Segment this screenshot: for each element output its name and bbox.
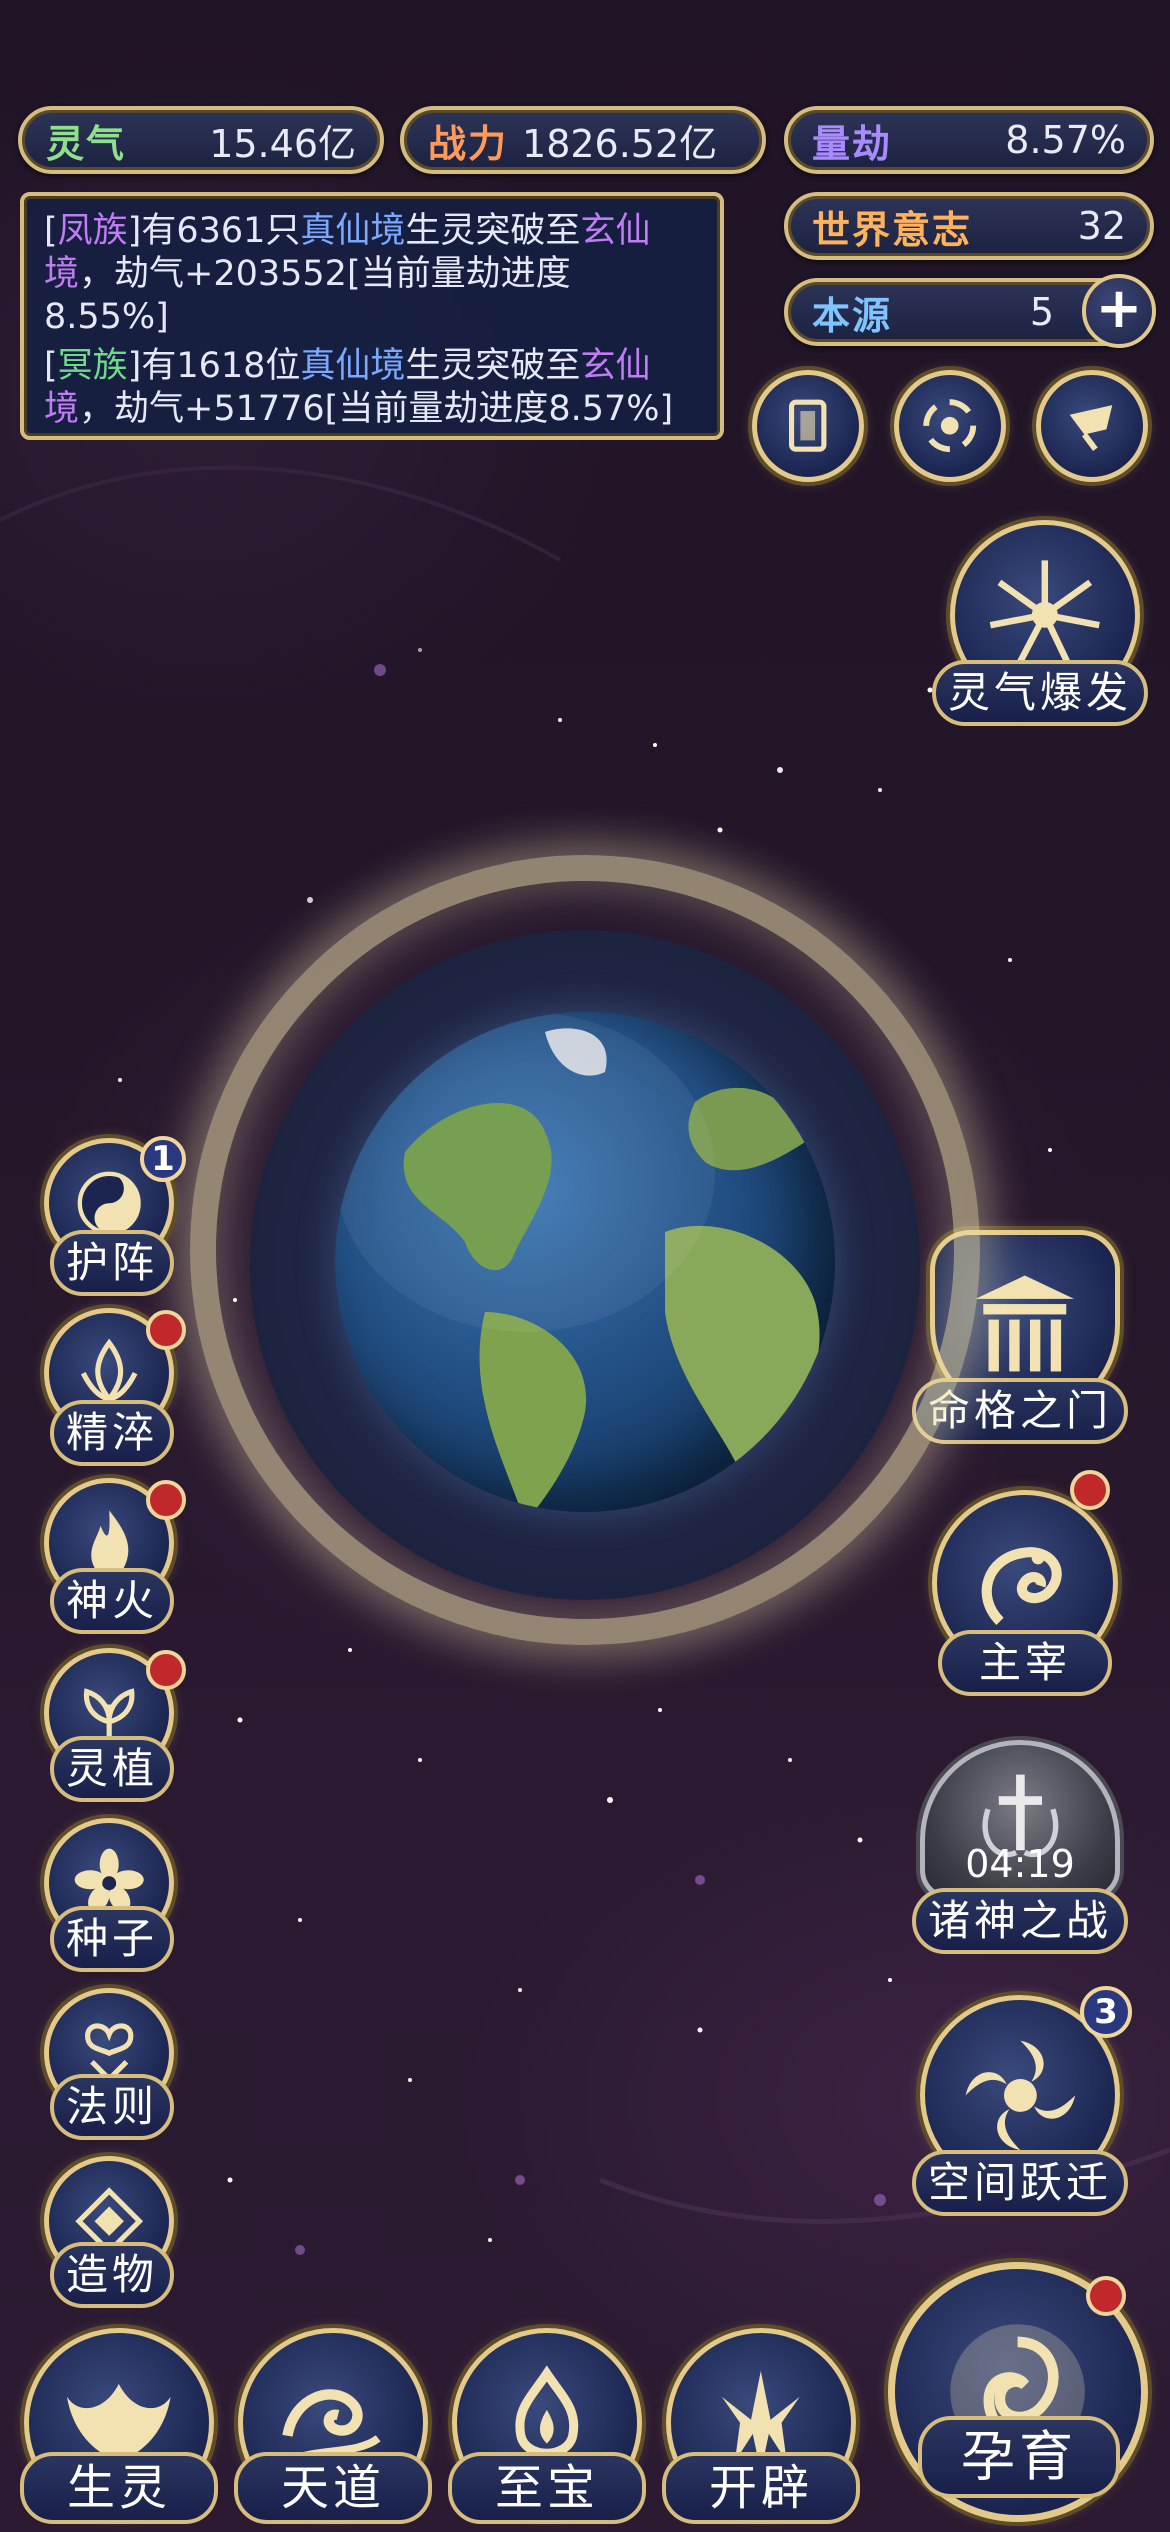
liangjie-label: 量劫 — [812, 121, 893, 166]
liangjie-value: 8.57% — [1005, 118, 1126, 162]
shijie-label: 世界意志 — [812, 207, 973, 252]
open-up-label: 开辟 — [662, 2452, 860, 2524]
creation-label: 造物 — [50, 2242, 174, 2308]
nurture-label: 孕育 — [918, 2416, 1120, 2498]
dragon-icon — [981, 1546, 1062, 1625]
race-name: 冥族 — [57, 346, 128, 386]
horn-icon — [1069, 405, 1113, 452]
seed-label: 种子 — [50, 1906, 174, 1972]
spirit-plant-notification-dot — [146, 1650, 186, 1690]
zhanli-stat[interactable]: 战力 1826.52亿 — [400, 106, 766, 174]
space-jump-badge: 3 — [1080, 1986, 1132, 2038]
spirit-plant-label: 灵植 — [50, 1736, 174, 1802]
realm-name: 玄仙 — [580, 346, 651, 386]
gate-icon — [975, 1275, 1075, 1372]
swirl-button[interactable] — [894, 370, 1006, 482]
ruler-label: 主宰 — [938, 1630, 1112, 1696]
gods-war-label: 诸神之战 — [912, 1888, 1128, 1954]
refine-label: 精淬 — [50, 1400, 174, 1466]
liangjie-stat[interactable]: 量劫 8.57% — [784, 106, 1154, 174]
divine-fire-label: 神火 — [50, 1568, 174, 1634]
vortex-icon — [965, 2040, 1075, 2150]
lingqi-stat[interactable]: 灵气 15.46亿 — [18, 106, 384, 174]
treasure-label: 至宝 — [448, 2452, 646, 2524]
benyuan-stat[interactable]: 本源 5 + — [784, 274, 1156, 348]
card-button[interactable] — [752, 370, 864, 482]
beings-label: 生灵 — [20, 2452, 218, 2524]
earth-planet[interactable] — [335, 1012, 835, 1512]
guard-array-label: 护阵 — [50, 1230, 174, 1296]
refine-notification-dot — [146, 1310, 186, 1350]
divine-fire-notification-dot — [146, 1480, 186, 1520]
lingqi-label: 灵气 — [46, 121, 127, 166]
burst-label: 灵气爆发 — [932, 660, 1148, 726]
ruler-notification-dot — [1070, 1470, 1110, 1510]
event-log: [凤族]有6361只真仙境生灵突破至玄仙 境，劫气+203552[当前量劫进度 8.… — [20, 192, 724, 440]
swirl-icon — [923, 399, 977, 453]
space-jump-label: 空间跃迁 — [912, 2150, 1128, 2216]
realm-name: 玄仙 — [580, 211, 651, 251]
zhanli-label: 战力 — [428, 121, 509, 166]
event-log-entry: [冥族]有1618位真仙境生灵突破至玄仙 境，劫气+51776[当前量劫进度8.5… — [44, 346, 674, 429]
nurture-notification-dot — [1086, 2276, 1126, 2316]
horn-button[interactable] — [1036, 370, 1148, 482]
benyuan-plus-button[interactable]: + — [1082, 274, 1156, 348]
guard-array-badge: 1 — [140, 1136, 186, 1182]
lingqi-value: 15.46亿 — [209, 121, 356, 166]
benyuan-label: 本源 — [812, 293, 893, 338]
shijie-stat[interactable]: 世界意志 32 — [784, 192, 1154, 260]
benyuan-value: 5 — [1029, 290, 1054, 334]
event-log-entry: [凤族]有6361只真仙境生灵突破至玄仙 境，劫气+203552[当前量劫进度 8.… — [44, 211, 651, 337]
realm-name: 真仙境 — [300, 346, 406, 386]
realm-name: 真仙境 — [300, 211, 406, 251]
race-name: 凤族 — [57, 211, 128, 251]
zhanli-value: 1826.52亿 — [522, 121, 718, 166]
heaven-way-label: 天道 — [234, 2452, 432, 2524]
gods-war-timer: 04:19 — [965, 1842, 1075, 1886]
card-icon — [789, 399, 827, 453]
law-label: 法则 — [50, 2074, 174, 2140]
shijie-value: 32 — [1077, 204, 1126, 248]
continents — [335, 1012, 820, 1512]
